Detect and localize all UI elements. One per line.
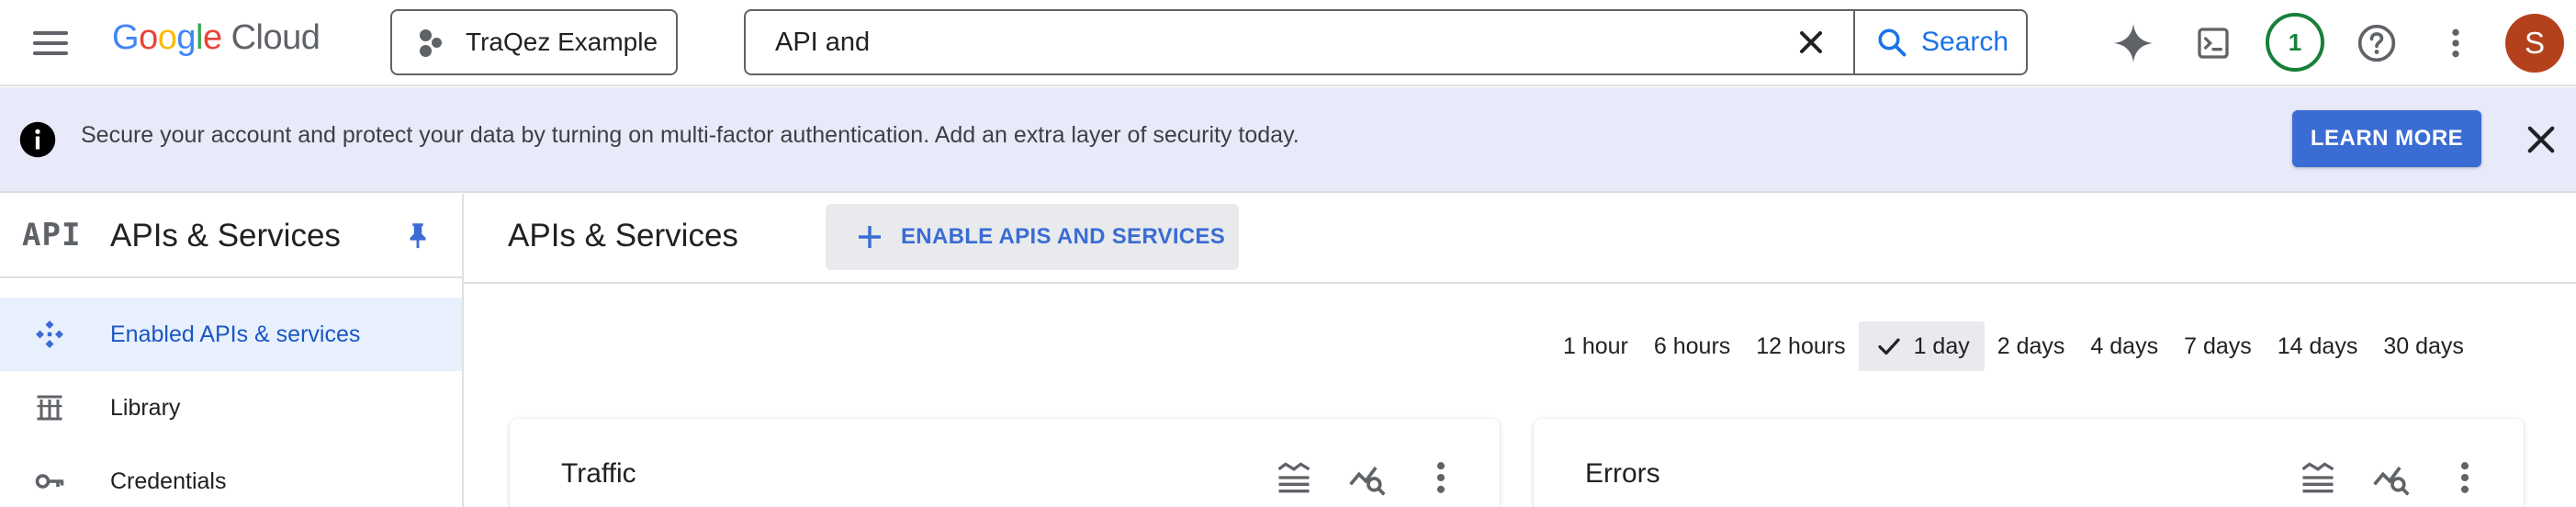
sidebar-item-label: Library: [110, 394, 181, 421]
enable-apis-button[interactable]: ENABLE APIS AND SERVICES: [826, 204, 1239, 270]
logo-letter: l: [195, 18, 203, 57]
sidebar: API APIs & Services Enabled APIs & servi…: [0, 194, 464, 507]
range-option[interactable]: 12 hours: [1743, 321, 1858, 371]
search-button[interactable]: Search: [1875, 11, 2008, 73]
sidebar-item-label: Enabled APIs & services: [110, 321, 361, 347]
more-vert-icon[interactable]: [2445, 457, 2485, 498]
logo-letter: o: [157, 18, 177, 57]
sidebar-item-enabled-apis[interactable]: Enabled APIs & services: [0, 298, 462, 371]
search-divider: [1853, 11, 1855, 73]
range-option[interactable]: 6 hours: [1641, 321, 1743, 371]
explore-metrics-icon[interactable]: [1347, 457, 1388, 498]
close-icon[interactable]: [2522, 120, 2560, 159]
sidebar-header: API APIs & Services: [0, 194, 462, 278]
main-header: APIs & Services ENABLE APIS AND SERVICES: [464, 194, 2576, 284]
card-title: Errors: [1585, 458, 1660, 489]
range-option[interactable]: 14 days: [2265, 321, 2371, 371]
enable-apis-label: ENABLE APIS AND SERVICES: [901, 224, 1226, 249]
key-icon: [35, 474, 64, 489]
time-range-selector: 1 hour 6 hours 12 hours 1 day 2 days 4 d…: [1550, 321, 2477, 371]
legend-icon[interactable]: [1274, 457, 1314, 498]
project-name: TraQez Example: [466, 28, 658, 56]
avatar[interactable]: S: [2505, 14, 2564, 73]
range-option[interactable]: 2 days: [1985, 321, 2078, 371]
more-vert-icon[interactable]: [2435, 22, 2477, 64]
sidebar-title: APIs & Services: [110, 218, 341, 254]
logo-letter: o: [139, 18, 158, 57]
logo-letter: g: [176, 18, 196, 57]
help-icon[interactable]: [2356, 22, 2398, 64]
range-option[interactable]: 1 hour: [1550, 321, 1641, 371]
errors-card: Errors: [1534, 419, 2524, 507]
more-vert-icon[interactable]: [1421, 457, 1461, 498]
range-option[interactable]: 30 days: [2370, 321, 2477, 371]
card-title: Traffic: [561, 458, 636, 489]
logo-letter: e: [202, 18, 222, 57]
apis-icon: [36, 321, 63, 348]
check-icon: [1877, 338, 1900, 355]
api-logo: API: [22, 217, 82, 254]
google-cloud-logo[interactable]: Google Cloud: [112, 18, 321, 68]
range-option-selected[interactable]: 1 day: [1858, 321, 1985, 371]
range-option[interactable]: 4 days: [2077, 321, 2171, 371]
banner-message: Secure your account and protect your dat…: [81, 122, 1299, 148]
search-button-label: Search: [1921, 27, 2009, 57]
plus-icon: [859, 226, 881, 248]
legend-icon[interactable]: [2298, 457, 2338, 498]
range-option[interactable]: 7 days: [2171, 321, 2265, 371]
learn-more-button[interactable]: LEARN MORE: [2292, 110, 2481, 167]
search-bar: Search: [744, 9, 2028, 75]
clear-search-icon[interactable]: [1793, 24, 1829, 61]
sidebar-item-credentials[interactable]: Credentials: [0, 445, 462, 507]
explore-metrics-icon[interactable]: [2371, 457, 2412, 498]
gemini-sparkle-icon[interactable]: [2112, 22, 2154, 64]
top-bar: Google Cloud TraQez Example Search 1 S: [0, 0, 2576, 86]
range-option-label: 1 day: [1913, 332, 1970, 359]
library-icon: [37, 395, 62, 421]
search-input[interactable]: [775, 27, 1749, 58]
page-title: APIs & Services: [508, 218, 738, 254]
project-icon: [418, 28, 447, 57]
sidebar-item-label: Credentials: [110, 468, 227, 494]
info-icon: [19, 121, 56, 158]
logo-product-name: Cloud: [231, 18, 321, 57]
sidebar-item-library[interactable]: Library: [0, 371, 462, 445]
notification-badge[interactable]: 1: [2266, 13, 2324, 72]
project-picker-button[interactable]: TraQez Example: [390, 9, 678, 75]
pin-icon[interactable]: [402, 220, 433, 251]
logo-letter: G: [112, 18, 140, 57]
search-icon: [1878, 28, 1907, 57]
traffic-card: Traffic: [510, 419, 1500, 507]
cloud-shell-icon[interactable]: [2192, 22, 2234, 64]
mfa-banner: Secure your account and protect your dat…: [0, 87, 2576, 193]
menu-icon[interactable]: [33, 24, 77, 62]
